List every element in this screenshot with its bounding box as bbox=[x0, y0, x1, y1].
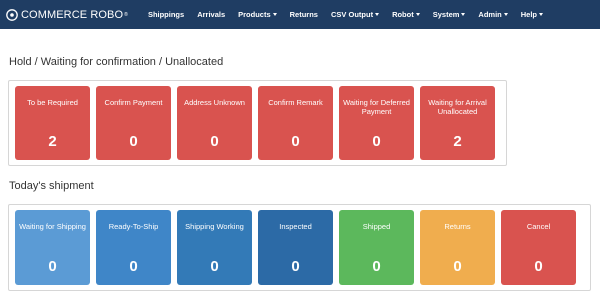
nav-item-label: Admin bbox=[478, 10, 502, 19]
status-tile-waiting-for-deferred-payment[interactable]: Waiting for Deferred Payment 0 bbox=[339, 86, 414, 160]
tile-count: 0 bbox=[291, 258, 300, 275]
nav-item-system[interactable]: System bbox=[433, 10, 466, 19]
tile-label: Waiting for Deferred Payment bbox=[343, 98, 410, 116]
tile-label: Returns bbox=[444, 222, 471, 231]
nav-item-csv-output[interactable]: CSV Output bbox=[330, 10, 380, 19]
brand[interactable]: COMMERCE ROBO ® bbox=[6, 9, 128, 21]
caret-down-icon bbox=[272, 13, 277, 16]
nav-menu: Shippings Arrivals Products Returns CSV Outp… bbox=[148, 10, 556, 19]
tile-label: Confirm Payment bbox=[104, 98, 163, 107]
tile-label: Shipping Working bbox=[185, 222, 244, 231]
top-navbar: COMMERCE ROBO ® Shippings Arrivals Product… bbox=[0, 0, 600, 29]
hold-panel: To be Required 2 Confirm Payment 0 Address U… bbox=[8, 80, 507, 166]
status-tile-confirm-remark[interactable]: Confirm Remark 0 bbox=[258, 86, 333, 160]
nav-item-returns[interactable]: Returns bbox=[290, 10, 318, 19]
tile-count: 2 bbox=[48, 133, 57, 150]
nav-item-label: Help bbox=[520, 10, 538, 19]
status-tile-inspected[interactable]: Inspected 0 bbox=[258, 210, 333, 285]
tile-count: 0 bbox=[210, 258, 219, 275]
tile-label: Inspected bbox=[279, 222, 312, 231]
nav-item-robot[interactable]: Robot bbox=[392, 10, 420, 19]
nav-item-label: Arrivals bbox=[197, 10, 226, 19]
status-tile-confirm-payment[interactable]: Confirm Payment 0 bbox=[96, 86, 171, 160]
status-tile-cancel[interactable]: Cancel 0 bbox=[501, 210, 576, 285]
today-section-title: Today's shipment bbox=[9, 180, 94, 192]
caret-down-icon bbox=[461, 13, 466, 16]
nav-item-products[interactable]: Products bbox=[238, 10, 277, 19]
nav-item-label: Products bbox=[238, 10, 271, 19]
nav-item-admin[interactable]: Admin bbox=[478, 10, 508, 19]
tile-label: Shipped bbox=[362, 222, 391, 231]
brand-trademark: ® bbox=[124, 11, 128, 18]
tile-count: 0 bbox=[291, 133, 300, 150]
brand-name: COMMERCE ROBO bbox=[21, 8, 124, 21]
nav-item-shippings[interactable]: Shippings bbox=[148, 10, 184, 19]
tile-count: 0 bbox=[372, 133, 381, 150]
nav-item-label: Shippings bbox=[147, 10, 185, 19]
tile-label: Cancel bbox=[526, 222, 551, 231]
tile-count: 0 bbox=[129, 258, 138, 275]
tile-count: 2 bbox=[453, 133, 462, 150]
status-tile-returns[interactable]: Returns 0 bbox=[420, 210, 495, 285]
tile-count: 0 bbox=[453, 258, 462, 275]
tile-count: 0 bbox=[129, 133, 138, 150]
nav-item-help[interactable]: Help bbox=[520, 10, 544, 19]
status-tile-to-be-required[interactable]: To be Required 2 bbox=[15, 86, 90, 160]
tile-label: Confirm Remark bbox=[268, 98, 323, 107]
tile-count: 0 bbox=[534, 258, 543, 275]
nav-item-label: Robot bbox=[392, 10, 414, 19]
tile-count: 0 bbox=[210, 133, 219, 150]
tile-count: 0 bbox=[48, 258, 57, 275]
nav-item-arrivals[interactable]: Arrivals bbox=[197, 10, 225, 19]
caret-down-icon bbox=[503, 13, 508, 16]
tile-label: Waiting for Arrival Unallocated bbox=[428, 98, 487, 116]
today-panel: Waiting for Shipping 0 Ready-To-Ship 0 Shipp… bbox=[8, 204, 591, 291]
status-tile-shipping-working[interactable]: Shipping Working 0 bbox=[177, 210, 252, 285]
caret-down-icon bbox=[375, 13, 380, 16]
tile-label: To be Required bbox=[27, 98, 78, 107]
caret-down-icon bbox=[539, 13, 544, 16]
robot-logo-icon bbox=[6, 8, 18, 21]
tile-label: Ready-To-Ship bbox=[108, 222, 159, 231]
status-tile-shipped[interactable]: Shipped 0 bbox=[339, 210, 414, 285]
tile-label: Waiting for Shipping bbox=[19, 222, 86, 231]
status-tile-waiting-for-arrival-unallocated[interactable]: Waiting for Arrival Unallocated 2 bbox=[420, 86, 495, 160]
nav-item-label: Returns bbox=[289, 10, 318, 19]
status-tile-address-unknown[interactable]: Address Unknown 0 bbox=[177, 86, 252, 160]
caret-down-icon bbox=[415, 13, 420, 16]
status-tile-waiting-for-shipping[interactable]: Waiting for Shipping 0 bbox=[15, 210, 90, 285]
status-tile-ready-to-ship[interactable]: Ready-To-Ship 0 bbox=[96, 210, 171, 285]
hold-section-title: Hold / Waiting for confirmation / Unallo… bbox=[9, 56, 224, 68]
tile-count: 0 bbox=[372, 258, 381, 275]
nav-item-label: CSV Output bbox=[330, 10, 374, 19]
tile-label: Address Unknown bbox=[184, 98, 245, 107]
nav-item-label: System bbox=[432, 10, 460, 19]
